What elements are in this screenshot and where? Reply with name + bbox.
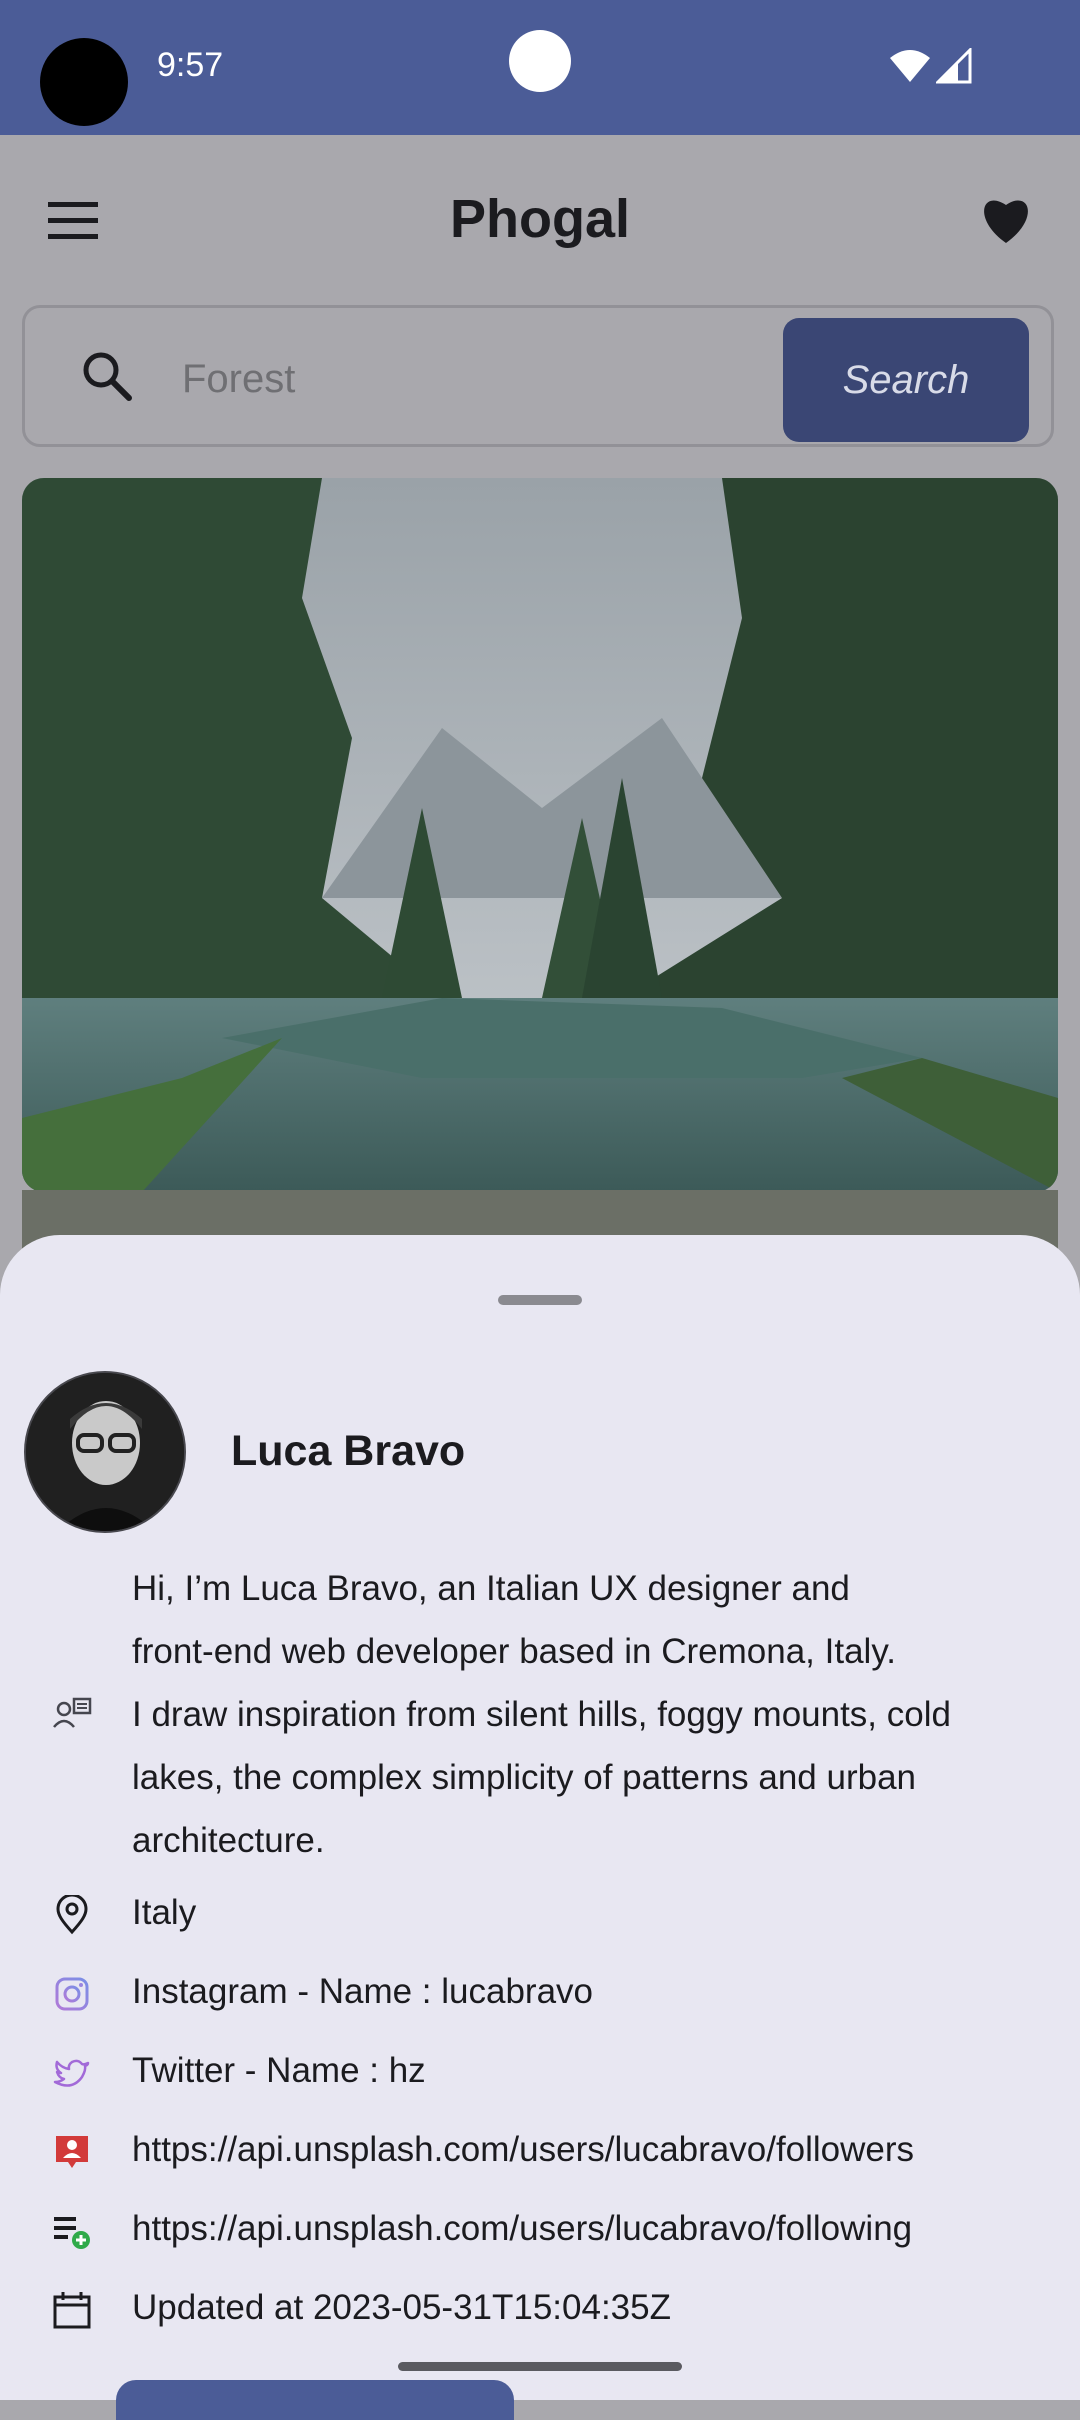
forest-lake-photo — [22, 478, 1058, 1192]
calendar-icon — [53, 2292, 91, 2329]
drag-handle[interactable] — [498, 1295, 582, 1305]
followers-icon — [56, 2136, 88, 2168]
status-time: 9:57 — [157, 46, 224, 84]
cell-signal-icon — [936, 48, 972, 84]
instagram-icon — [55, 1977, 89, 2011]
following-row[interactable]: https://api.unsplash.com/users/lucabravo… — [0, 2201, 1080, 2261]
home-indicator[interactable] — [398, 2362, 682, 2371]
user-name: Luca Bravo — [231, 1427, 466, 1475]
twitter-icon — [53, 2059, 90, 2087]
location-pin-icon — [56, 1895, 88, 1935]
location-text: Italy — [132, 1893, 197, 1932]
user-bottom-sheet[interactable]: Luca Bravo Hi, I’m Luca Bravo, an Italia… — [0, 1235, 1080, 2400]
following-link[interactable]: https://api.unsplash.com/users/lucabravo… — [132, 2209, 912, 2249]
notification-dot-icon — [509, 30, 571, 92]
search-input[interactable] — [180, 348, 784, 410]
twitter-row[interactable]: Twitter - Name : hz — [0, 2043, 1080, 2103]
app-title: Phogal — [449, 189, 630, 249]
user-bio-icon — [53, 1697, 92, 1728]
followers-row[interactable]: https://api.unsplash.com/users/lucabravo… — [0, 2122, 1080, 2182]
camera-cutout — [40, 38, 128, 126]
photo-card[interactable] — [22, 478, 1058, 1192]
avatar-image — [26, 1373, 184, 1531]
user-bio: Hi, I’m Luca Bravo, an Italian UX design… — [132, 1569, 951, 1860]
avatar — [24, 1371, 186, 1533]
instagram-text[interactable]: Instagram - Name : lucabravo — [132, 1972, 593, 2012]
sheet-action-button[interactable] — [116, 2380, 514, 2420]
search-icon — [83, 352, 132, 401]
updated-row: Updated at 2023-05-31T15:04:35Z — [0, 2280, 1080, 2340]
playlist-add-icon — [54, 2217, 90, 2249]
status-bar: 9:57 — [0, 0, 1080, 135]
location-row: Italy — [0, 1885, 1080, 1945]
heart-icon[interactable] — [978, 193, 1034, 245]
search-button[interactable]: Search — [783, 318, 1029, 442]
followers-link[interactable]: https://api.unsplash.com/users/lucabravo… — [132, 2130, 914, 2170]
search-bar: Search — [22, 305, 1054, 447]
instagram-row[interactable]: Instagram - Name : lucabravo — [0, 1964, 1080, 2024]
updated-text: Updated at 2023-05-31T15:04:35Z — [132, 2288, 671, 2327]
wifi-icon — [890, 50, 930, 82]
twitter-text[interactable]: Twitter - Name : hz — [132, 2051, 426, 2091]
